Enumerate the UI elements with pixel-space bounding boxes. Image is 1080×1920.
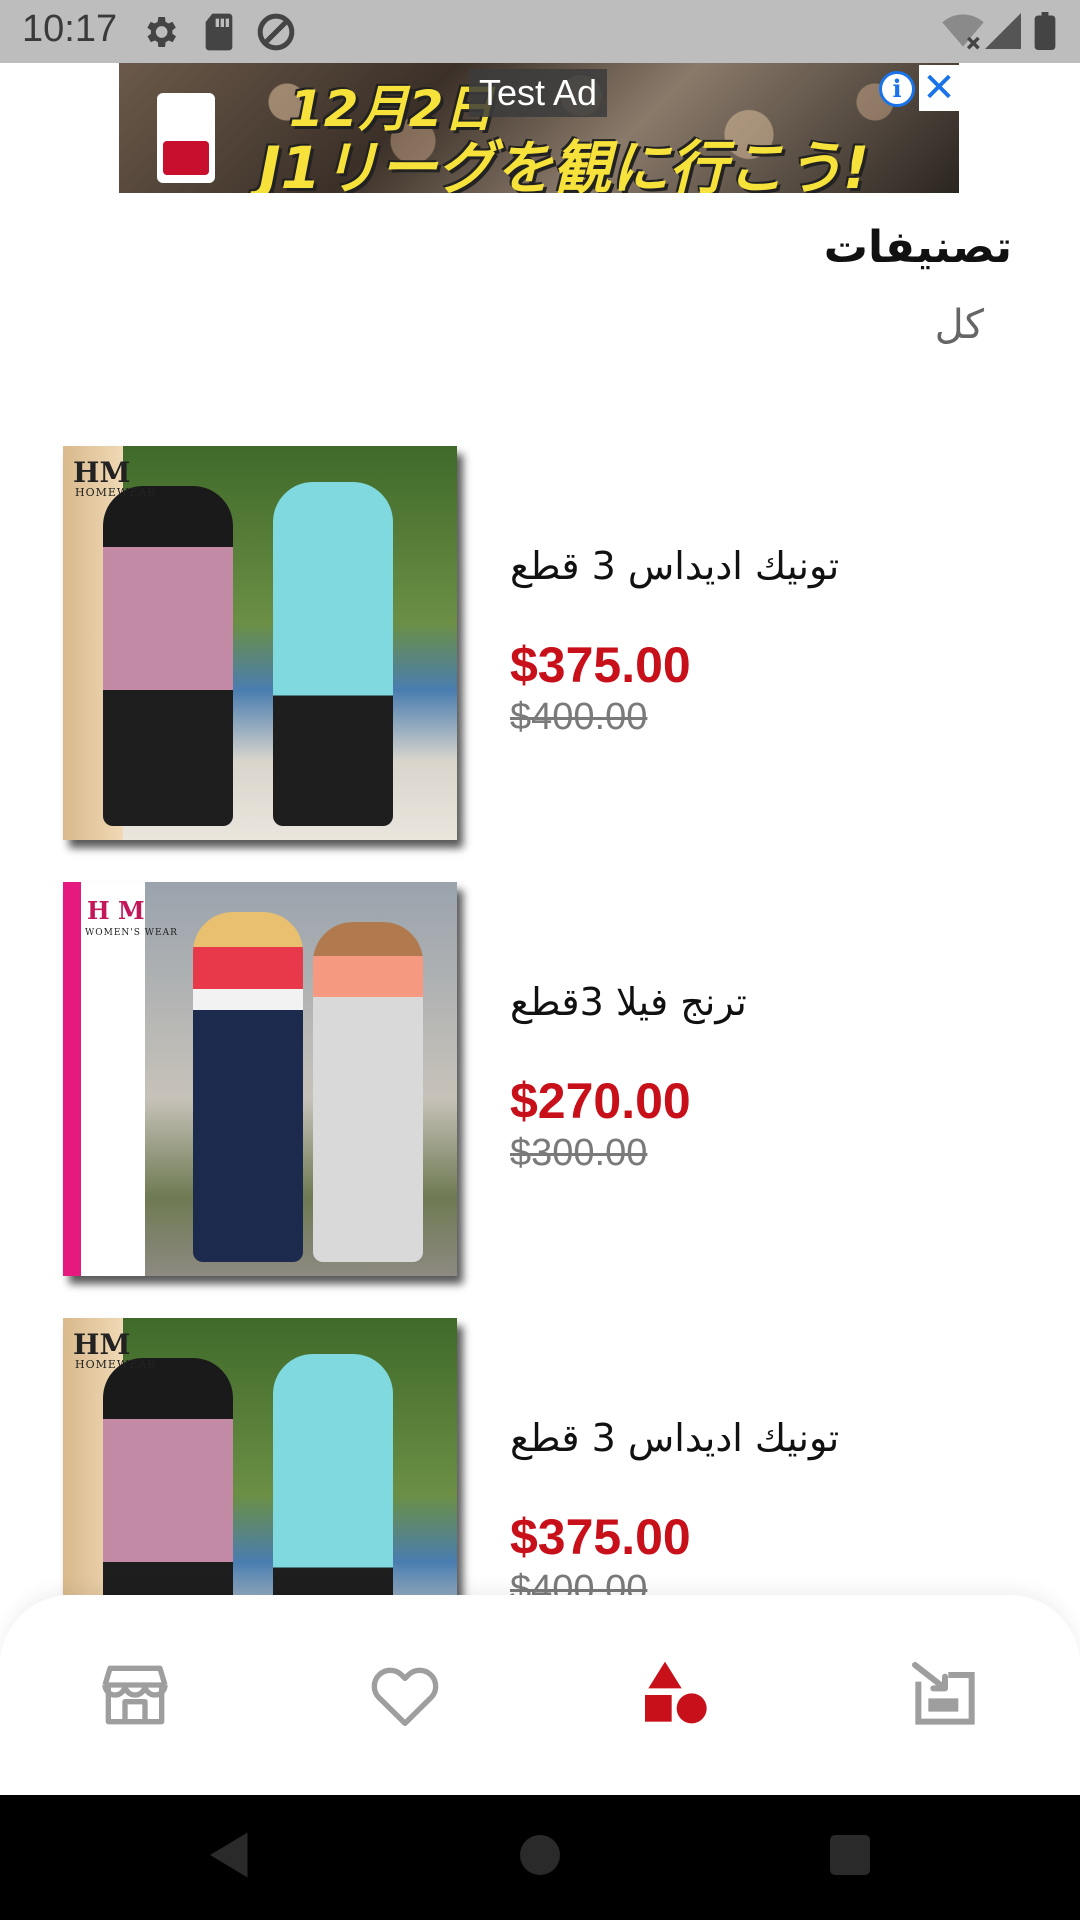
battery-icon <box>1034 12 1056 50</box>
model-figure <box>273 1354 393 1595</box>
product-list[interactable]: HM HOMEWEAR تونيك اديداس 3 قطع $375.00 $… <box>0 440 1080 1595</box>
shapes-icon <box>645 1661 707 1724</box>
close-icon[interactable]: ✕ <box>919 65 959 111</box>
sd-card-icon <box>205 13 233 51</box>
heart-icon <box>371 1667 439 1726</box>
category-filter-all[interactable]: كل <box>935 302 984 348</box>
product-price: $375.00 <box>510 637 691 693</box>
nav-item-store[interactable] <box>95 1655 175 1735</box>
product-name[interactable]: تونيك اديداس 3 قطع <box>510 1416 839 1460</box>
product-old-price: $400.00 <box>510 1568 648 1595</box>
ad-banner[interactable]: 12月2日 J1リーグを観に行こう! Test Ad i ✕ <box>119 63 959 193</box>
image-brand-logo: HM <box>73 456 131 489</box>
image-brand-logo: H M <box>87 896 145 925</box>
bottom-navigation <box>0 1595 1080 1795</box>
image-brand-sub: WOMEN'S WEAR <box>85 928 178 938</box>
model-figure <box>103 1358 233 1595</box>
product-image[interactable]: H M WOMEN'S WEAR <box>63 882 457 1276</box>
at-sign-icon <box>257 13 295 51</box>
product-image[interactable]: HM HOMEWEAR <box>63 1318 457 1595</box>
ad-test-label: Test Ad <box>469 69 608 117</box>
product-price: $270.00 <box>510 1073 691 1129</box>
image-brand-sub: HOMEWEAR <box>75 486 157 499</box>
product-old-price: $300.00 <box>510 1132 648 1174</box>
product-name[interactable]: تونيك اديداس 3 قطع <box>510 544 839 588</box>
product-card[interactable]: HM HOMEWEAR تونيك اديداس 3 قطع $375.00 $… <box>0 1312 1080 1595</box>
home-icon[interactable] <box>510 1825 570 1885</box>
product-name[interactable]: ترنج فيلا 3قطع <box>510 980 747 1024</box>
page-title: تصنيفات <box>823 222 1012 273</box>
nav-item-logout[interactable] <box>905 1655 985 1735</box>
logout-icon <box>912 1662 975 1725</box>
ad-headline-line2: J1リーグを観に行こう! <box>259 134 870 193</box>
image-brand-logo: HM <box>73 1328 131 1361</box>
model-figure <box>103 486 233 826</box>
system-navigation-bar <box>0 1795 1080 1920</box>
gear-icon <box>147 17 176 47</box>
product-price: $375.00 <box>510 1509 691 1565</box>
product-card[interactable]: H M WOMEN'S WEAR ترنج فيلا 3قطع $270.00 … <box>0 876 1080 1276</box>
wifi-off-icon <box>942 14 984 50</box>
image-brand-strip <box>63 882 145 1276</box>
signal-icon <box>985 13 1021 49</box>
model-figure <box>313 922 423 1262</box>
model-figure <box>193 912 303 1262</box>
product-card[interactable]: HM HOMEWEAR تونيك اديداس 3 قطع $375.00 $… <box>0 440 1080 840</box>
nav-item-favorites[interactable] <box>365 1655 445 1735</box>
model-figure <box>273 482 393 826</box>
status-bar: 10:17 <box>0 0 1080 63</box>
status-time: 10:17 <box>22 8 118 50</box>
back-icon[interactable] <box>200 1825 260 1885</box>
product-image[interactable]: HM HOMEWEAR <box>63 446 457 840</box>
recents-icon[interactable] <box>820 1825 880 1885</box>
store-icon <box>102 1665 168 1725</box>
nav-item-categories[interactable] <box>635 1655 715 1735</box>
image-brand-sub: HOMEWEAR <box>75 1358 157 1371</box>
info-icon[interactable]: i <box>879 71 915 107</box>
product-old-price: $400.00 <box>510 696 648 738</box>
ad-jleague-logo <box>157 93 215 183</box>
